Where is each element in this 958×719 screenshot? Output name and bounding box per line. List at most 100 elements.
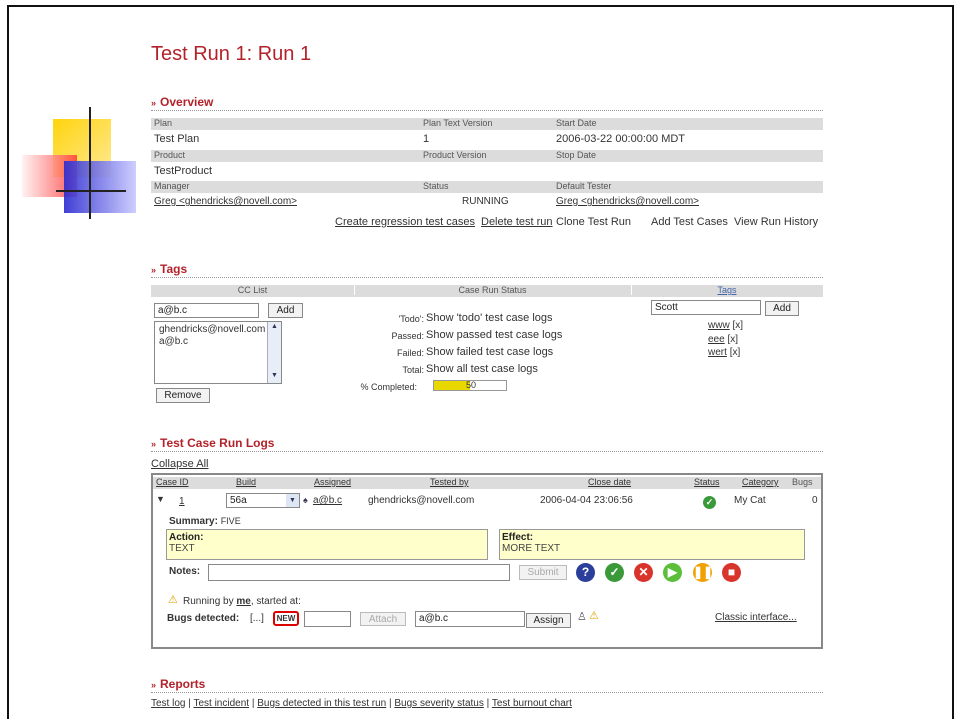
new-bug-icon[interactable]: NEW: [273, 611, 299, 626]
assigned-link[interactable]: a@b.c: [313, 495, 342, 506]
warning-icon: ⚠: [589, 610, 599, 622]
cc-list-header: CC List: [151, 285, 355, 295]
tested-by-header[interactable]: Tested by: [430, 477, 469, 487]
build-select[interactable]: 56a ▼: [226, 493, 300, 508]
plan-text-version-label: Plan Text Version: [423, 118, 493, 128]
plan-label: Plan: [154, 118, 173, 128]
delete-test-run-link[interactable]: Delete test run: [481, 216, 553, 228]
tags-header-row: CC List Case Run Status Tags: [151, 285, 823, 297]
show-todo-link[interactable]: Show 'todo' test case logs: [426, 312, 553, 324]
tag-add-button[interactable]: Add: [765, 301, 799, 316]
bug-id-input[interactable]: [304, 611, 351, 627]
bugs-header: Bugs: [792, 477, 813, 487]
add-test-cases-link[interactable]: Add Test Cases: [651, 216, 728, 228]
collapse-arrow-icon[interactable]: »: [151, 680, 156, 690]
collapse-arrow-icon[interactable]: »: [151, 439, 156, 449]
cc-remove-button[interactable]: Remove: [156, 388, 210, 403]
manager-label: Manager: [154, 181, 190, 191]
effect-box[interactable]: Effect: MORE TEXT: [499, 529, 805, 560]
test-burnout-link[interactable]: Test burnout chart: [492, 698, 572, 709]
pass-icon[interactable]: ✓: [605, 563, 624, 582]
plan-value: Test Plan: [154, 133, 200, 145]
run-icon[interactable]: ▶: [663, 563, 682, 582]
bugs-severity-link[interactable]: Bugs severity status: [394, 698, 483, 709]
chevron-down-icon[interactable]: ▼: [286, 494, 299, 507]
show-all-link[interactable]: Show all test case logs: [426, 363, 538, 375]
show-passed-link[interactable]: Show passed test case logs: [426, 329, 562, 341]
notes-input[interactable]: [208, 564, 510, 581]
create-regression-link[interactable]: Create regression test cases: [335, 216, 475, 228]
logs-heading[interactable]: » Test Case Run Logs: [151, 436, 274, 450]
start-date-label: Start Date: [556, 118, 597, 128]
scroll-down-icon[interactable]: ▼: [269, 372, 280, 382]
collapse-arrow-icon[interactable]: »: [151, 265, 156, 275]
assigned-header[interactable]: Assigned: [314, 477, 351, 487]
clone-test-run-link[interactable]: Clone Test Run: [556, 216, 631, 228]
todo-label: 'Todo':: [398, 314, 424, 324]
close-date-value: 2006-04-04 23:06:56: [540, 495, 633, 506]
test-log-link[interactable]: Test log: [151, 698, 185, 709]
view-run-history-link[interactable]: View Run History: [734, 216, 818, 228]
tag-remove[interactable]: [x]: [730, 347, 741, 358]
status-header[interactable]: Status: [694, 477, 720, 487]
tag-link[interactable]: eee: [708, 334, 725, 345]
attach-button[interactable]: Attach: [360, 612, 406, 626]
tag-link[interactable]: www: [708, 320, 730, 331]
user-icon[interactable]: ♠: [303, 495, 308, 505]
manager-link[interactable]: Greg <ghendricks@novell.com>: [154, 196, 297, 207]
bugs-ellipsis[interactable]: [...]: [250, 613, 264, 624]
category-header[interactable]: Category: [742, 477, 779, 487]
summary: Summary: FIVE: [169, 516, 241, 527]
tag-remove[interactable]: [x]: [727, 334, 738, 345]
classic-interface-link[interactable]: Classic interface...: [715, 612, 797, 623]
divider: [151, 110, 823, 111]
tags-heading[interactable]: » Tags: [151, 262, 187, 276]
cc-email-input[interactable]: a@b.c: [154, 303, 259, 318]
progress-bar: 50: [433, 380, 507, 391]
product-label: Product: [154, 150, 186, 160]
tag-remove[interactable]: [x]: [732, 320, 743, 331]
expand-triangle-icon[interactable]: ▼: [156, 494, 165, 504]
fail-icon[interactable]: ✕: [634, 563, 653, 582]
assign-email-input[interactable]: a@b.c: [415, 611, 525, 627]
stop-icon[interactable]: ■: [722, 563, 741, 582]
pause-icon[interactable]: ❚❚: [693, 563, 713, 582]
tag-input[interactable]: Scott: [651, 300, 761, 315]
show-failed-link[interactable]: Show failed test case logs: [426, 346, 553, 358]
case-run-panel: Case ID Build Assigned Tested by Close d…: [151, 473, 823, 649]
test-incident-link[interactable]: Test incident: [193, 698, 249, 709]
reports-heading[interactable]: » Reports: [151, 677, 205, 691]
case-id-header[interactable]: Case ID: [156, 477, 189, 487]
build-header[interactable]: Build: [236, 477, 256, 487]
slide-decoration: [22, 105, 142, 225]
tags-header-link[interactable]: Tags: [631, 285, 823, 295]
scroll-up-icon[interactable]: ▲: [269, 323, 280, 333]
stop-date-label: Stop Date: [556, 150, 597, 160]
reassign-user-icon[interactable]: ♙: [577, 610, 587, 623]
overview-heading[interactable]: » Overview: [151, 95, 213, 109]
running-status: Running by me, started at:: [183, 596, 301, 607]
cc-list-item[interactable]: a@b.c: [159, 336, 188, 347]
cc-list-box[interactable]: ghendricks@novell.com a@b.c ▲ ▼: [154, 321, 282, 384]
product-value: TestProduct: [154, 165, 213, 177]
cc-list-scrollbar[interactable]: ▲ ▼: [267, 322, 281, 383]
help-icon[interactable]: ?: [576, 563, 595, 582]
bugs-detected-link[interactable]: Bugs detected in this test run: [257, 698, 386, 709]
tag-item: wert [x]: [708, 347, 740, 358]
collapse-arrow-icon[interactable]: »: [151, 98, 156, 108]
close-date-header[interactable]: Close date: [588, 477, 631, 487]
total-label: Total:: [402, 365, 424, 375]
submit-button[interactable]: Submit: [519, 565, 567, 580]
action-box[interactable]: Action: TEXT: [166, 529, 488, 560]
assign-button[interactable]: Assign: [526, 613, 571, 628]
warning-icon: ⚠: [168, 594, 178, 606]
separator: |: [486, 698, 490, 709]
page-title: Test Run 1: Run 1: [151, 43, 312, 65]
default-tester-link[interactable]: Greg <ghendricks@novell.com>: [556, 196, 699, 207]
case-id-link[interactable]: 1: [179, 496, 185, 507]
tag-link[interactable]: wert: [708, 347, 727, 358]
cc-add-button[interactable]: Add: [268, 303, 303, 318]
separator: |: [251, 698, 255, 709]
collapse-all-link[interactable]: Collapse All: [151, 458, 208, 470]
cc-list-item[interactable]: ghendricks@novell.com: [159, 324, 265, 335]
